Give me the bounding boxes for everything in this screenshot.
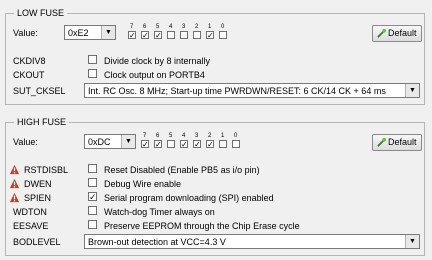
fuse-setting-label: CKOUT xyxy=(13,70,45,80)
fuse-bit-checkbox[interactable] xyxy=(219,140,227,148)
bodlevel-label: BODLEVEL xyxy=(13,237,61,247)
fuse-bit[interactable]: 2 ✓ xyxy=(206,133,216,150)
fuse-setting-checkbox[interactable] xyxy=(88,178,97,187)
high-fuse-default-button[interactable]: Default xyxy=(372,134,422,151)
low-fuse-value-label: Value: xyxy=(13,28,38,38)
high-fuse-value-select[interactable]: 0xDC ▼ xyxy=(84,134,136,149)
wand-icon xyxy=(377,137,387,147)
fuse-bit-checkbox[interactable]: ✓ xyxy=(141,31,149,40)
fuse-bit[interactable]: 1 xyxy=(219,133,229,150)
high-fuse-value-row: Value: 0xDC ▼ 7 ✓ 6 ✓ 5 4 ✓ 3 ✓ 2 ✓ 1 0 Default xyxy=(6,133,424,151)
fuse-bit-number: 1 xyxy=(208,24,212,30)
high-fuse-value-text: 0xDC xyxy=(88,137,111,147)
fuse-bit[interactable]: 6 ✓ xyxy=(154,133,164,150)
fuse-setting-checkbox[interactable] xyxy=(88,220,97,229)
fuse-bit-checkbox[interactable]: ✓ xyxy=(154,31,162,40)
warning-icon xyxy=(9,178,20,189)
fuse-bit[interactable]: 2 xyxy=(193,24,203,41)
low-fuse-value-text: 0xE2 xyxy=(68,28,89,38)
fuse-bit-checkbox[interactable]: ✓ xyxy=(141,140,149,149)
fuse-bit-number: 3 xyxy=(182,24,186,30)
chevron-down-icon[interactable]: ▼ xyxy=(101,26,115,39)
fuse-bit[interactable]: 0 xyxy=(232,133,242,150)
fuse-bit[interactable]: 0 xyxy=(219,24,229,41)
sut-cksel-select[interactable]: Int. RC Osc. 8 MHz; Start-up time PWRDWN… xyxy=(84,83,420,98)
fuse-bit[interactable]: 6 ✓ xyxy=(141,24,151,41)
fuse-bit-number: 2 xyxy=(208,133,212,139)
fuse-bit[interactable]: 7 ✓ xyxy=(141,133,151,150)
sut-cksel-value: Int. RC Osc. 8 MHz; Start-up time PWRDWN… xyxy=(88,86,386,96)
fuse-bit-number: 7 xyxy=(130,24,134,30)
fuse-bit-number: 6 xyxy=(143,24,147,30)
sut-cksel-label: SUT_CKSEL xyxy=(13,86,66,96)
fuse-setting-checkbox[interactable] xyxy=(88,164,97,173)
fuse-bit-number: 3 xyxy=(195,133,199,139)
high-fuse-group: HIGH FUSE Value: 0xDC ▼ 7 ✓ 6 ✓ 5 4 ✓ 3 ✓ 2 ✓ 1 0 De… xyxy=(5,116,425,256)
warning-icon xyxy=(9,164,20,175)
warning-icon xyxy=(9,192,20,203)
fuse-bit[interactable]: 4 xyxy=(167,24,177,41)
chevron-down-icon[interactable]: ▼ xyxy=(405,84,419,97)
fuse-bit-checkbox[interactable]: ✓ xyxy=(180,140,188,149)
chevron-down-icon[interactable]: ▼ xyxy=(405,235,419,248)
fuse-bit-checkbox[interactable] xyxy=(193,31,201,39)
fuse-bit-checkbox[interactable]: ✓ xyxy=(154,140,162,149)
fuse-bit-number: 5 xyxy=(156,24,160,30)
fuse-bit-number: 0 xyxy=(234,133,238,139)
high-fuse-default-label: Default xyxy=(388,137,417,147)
fuse-bit-checkbox[interactable] xyxy=(232,140,240,148)
fuse-setting-checkbox[interactable] xyxy=(88,69,97,78)
fuse-bit-number: 6 xyxy=(156,133,160,139)
fuse-setting-checkbox[interactable]: ✓ xyxy=(88,192,97,202)
fuse-bit-number: 4 xyxy=(169,24,173,30)
bodlevel-row: BODLEVEL Brown-out detection at VCC=4.3 … xyxy=(6,233,424,251)
low-fuse-title: LOW FUSE xyxy=(14,7,68,19)
chevron-down-icon[interactable]: ▼ xyxy=(121,135,135,148)
fuse-bit-number: 7 xyxy=(143,133,147,139)
fuse-bit-number: 2 xyxy=(195,24,199,30)
low-fuse-default-button[interactable]: Default xyxy=(372,25,422,42)
fuse-bit-number: 0 xyxy=(221,24,225,30)
fuse-setting-checkbox[interactable] xyxy=(88,55,97,64)
fuse-bit[interactable]: 3 xyxy=(180,24,190,41)
fuse-setting-description: Clock output on PORTB4 xyxy=(104,70,205,80)
fuse-bit[interactable]: 5 ✓ xyxy=(154,24,164,41)
bodlevel-value: Brown-out detection at VCC=4.3 V xyxy=(88,237,226,247)
fuse-bit-checkbox[interactable]: ✓ xyxy=(128,31,136,40)
low-fuse-default-label: Default xyxy=(388,28,417,38)
fuse-bit[interactable]: 5 xyxy=(167,133,177,150)
fuse-bit[interactable]: 7 ✓ xyxy=(128,24,138,41)
low-fuse-group: LOW FUSE Value: 0xE2 ▼ 7 ✓ 6 ✓ 5 ✓ 4 3 2 1 ✓ 0 Defa… xyxy=(5,7,425,105)
high-fuse-value-label: Value: xyxy=(13,137,38,147)
high-fuse-title: HIGH FUSE xyxy=(14,116,70,128)
fuse-bit[interactable]: 1 ✓ xyxy=(206,24,216,41)
fuse-bit-checkbox[interactable]: ✓ xyxy=(206,140,214,149)
low-fuse-value-select[interactable]: 0xE2 ▼ xyxy=(64,25,116,40)
fuse-bit[interactable]: 3 ✓ xyxy=(193,133,203,150)
fuse-bit-checkbox[interactable]: ✓ xyxy=(193,140,201,149)
fuse-bit-checkbox[interactable] xyxy=(180,31,188,39)
fuse-setting-label: EESAVE xyxy=(13,221,49,231)
fuse-bit-checkbox[interactable] xyxy=(167,140,175,148)
fuse-bit-checkbox[interactable]: ✓ xyxy=(206,31,214,40)
sut-cksel-row: SUT_CKSEL Int. RC Osc. 8 MHz; Start-up t… xyxy=(6,82,424,100)
wand-icon xyxy=(377,28,387,38)
fuse-setting-description: Preserve EEPROM through the Chip Erase c… xyxy=(104,221,300,231)
fuse-bit-checkbox[interactable] xyxy=(219,31,227,39)
fuse-bit-number: 5 xyxy=(169,133,173,139)
fuse-bit[interactable]: 4 ✓ xyxy=(180,133,190,150)
fuse-bit-number: 4 xyxy=(182,133,186,139)
fuse-bit-number: 1 xyxy=(221,133,225,139)
fuse-setting-checkbox[interactable] xyxy=(88,206,97,215)
bodlevel-select[interactable]: Brown-out detection at VCC=4.3 V ▼ xyxy=(84,234,420,249)
fuse-bit-checkbox[interactable] xyxy=(167,31,175,39)
low-fuse-value-row: Value: 0xE2 ▼ 7 ✓ 6 ✓ 5 ✓ 4 3 2 1 ✓ 0 Default xyxy=(6,24,424,42)
